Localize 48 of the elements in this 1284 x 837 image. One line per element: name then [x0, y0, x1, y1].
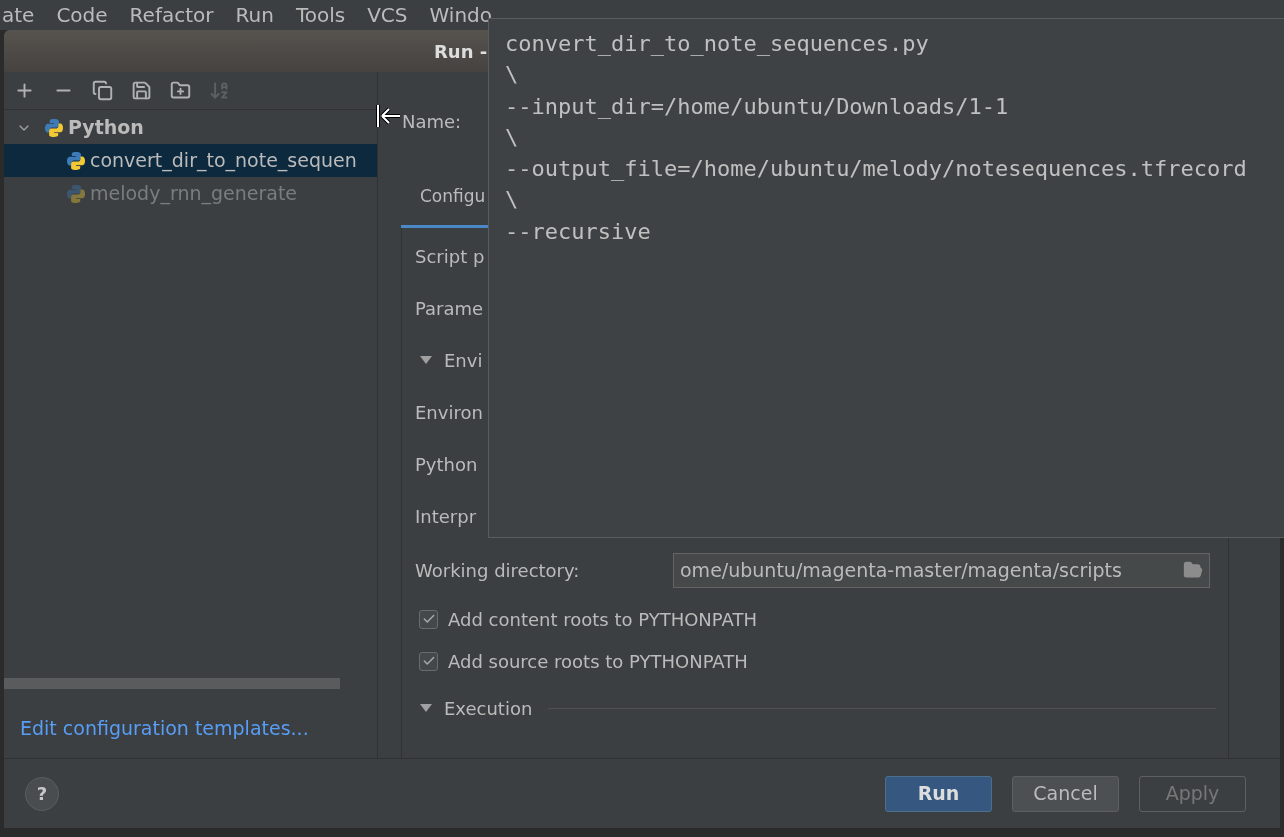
check-icon — [421, 654, 436, 668]
checkbox-label: Add content roots to PYTHONPATH — [448, 607, 757, 632]
scrollbar[interactable] — [4, 678, 340, 689]
check-icon — [421, 612, 436, 626]
save-icon[interactable] — [131, 80, 152, 101]
field-label: Script p — [415, 244, 485, 269]
dialog-button[interactable]: Cancel — [1012, 775, 1119, 812]
tree-item[interactable]: Python — [68, 113, 144, 142]
field-label: Interpr — [415, 504, 477, 529]
help-button[interactable]: ? — [25, 776, 59, 811]
menu-item[interactable]: Windo — [429, 0, 492, 30]
field-label: Working directory: — [415, 558, 581, 583]
field-label: Python — [415, 452, 478, 477]
folder-plus-icon[interactable] — [170, 80, 191, 101]
menu-item[interactable]: Run — [235, 0, 274, 30]
directory-field[interactable]: ome/ubuntu/magenta-master/magenta/scripts — [673, 552, 1210, 588]
python-icon — [44, 117, 64, 138]
code-line: convert_dir_to_note_sequences.py — [505, 30, 930, 58]
checkbox-label: Add source roots to PYTHONPATH — [448, 649, 748, 674]
section-title: Envi — [444, 348, 483, 373]
folder-icon[interactable] — [1183, 560, 1203, 580]
code-line: --input_dir=/home/ubuntu/Downloads/1-1 — [505, 92, 1010, 121]
resize-cursor-icon — [376, 104, 402, 128]
checkbox[interactable] — [419, 651, 438, 671]
field-label: Environ — [415, 400, 483, 425]
menu-item[interactable]: VCS — [367, 0, 408, 30]
name-label: Name: — [402, 110, 462, 134]
menu-item[interactable]: Code — [56, 0, 108, 30]
code-line: --output_file=/home/ubuntu/melody/notesequences.tfrecord — [505, 155, 1248, 184]
code-line: --recursive — [505, 217, 652, 246]
triangle-icon[interactable] — [420, 356, 432, 364]
code-line: \ — [505, 123, 520, 152]
code-line: \ — [505, 61, 520, 90]
field-label: Parame — [415, 296, 484, 321]
templates-link[interactable]: Edit configuration templates... — [20, 714, 309, 743]
checkbox[interactable] — [419, 609, 438, 629]
window-title: Run - — [434, 39, 488, 64]
python-icon — [66, 183, 86, 204]
menu-item[interactable]: Tools — [295, 0, 346, 30]
plus-icon[interactable] — [14, 80, 35, 101]
triangle-icon[interactable] — [420, 704, 432, 712]
menu-item[interactable]: Refactor — [129, 0, 214, 30]
code-line: \ — [505, 186, 520, 215]
section-title: Execution — [444, 696, 533, 721]
python-icon — [66, 150, 86, 171]
copy-icon[interactable] — [92, 80, 113, 101]
menu-item[interactable]: ate — [2, 0, 35, 30]
dialog-button[interactable]: Run — [885, 775, 992, 812]
